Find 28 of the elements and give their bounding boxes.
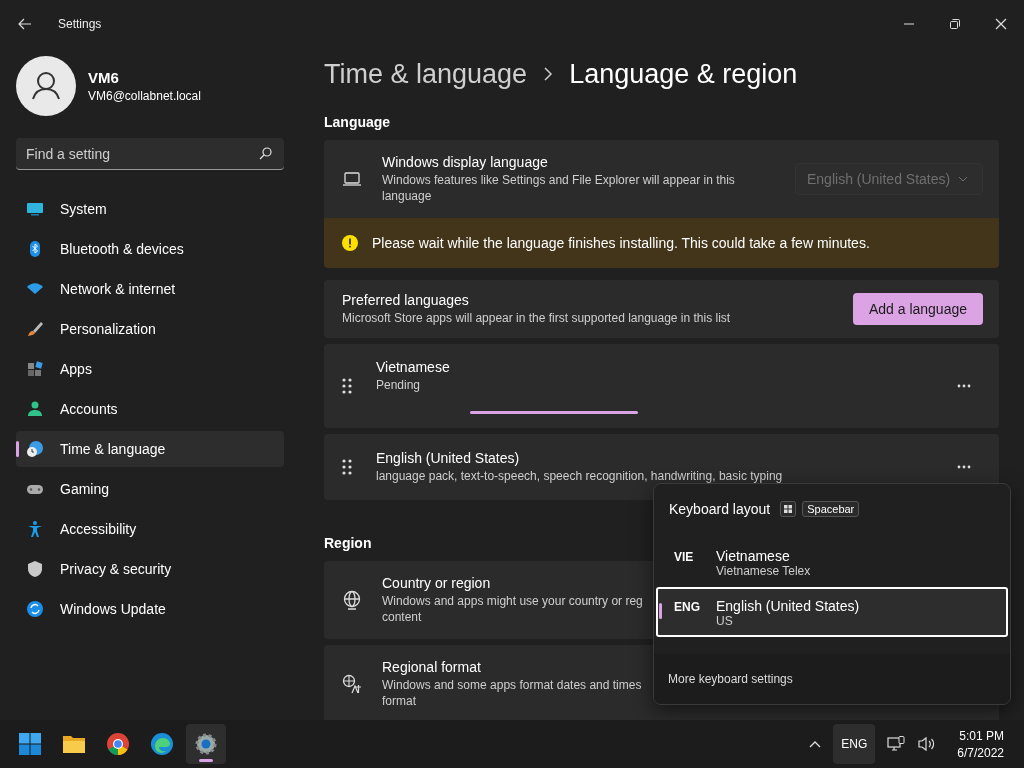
language-name: English (United States) bbox=[376, 450, 521, 466]
setting-description: Windows and some apps format dates and times format bbox=[382, 677, 642, 709]
setting-title: Preferred languages bbox=[342, 292, 470, 308]
page-title: Language & region bbox=[569, 58, 798, 90]
setting-description: Microsoft Store apps will appear in the first supported language in this list bbox=[342, 310, 732, 326]
section-heading: Region bbox=[324, 535, 372, 551]
key-badge: Spacebar bbox=[802, 501, 860, 517]
language-status: language pack, text-to-speech, speech recognition, handwriting, basic typing bbox=[376, 468, 784, 484]
clock-date: 6/7/2022 bbox=[957, 745, 1004, 760]
user-name: VM6 bbox=[88, 69, 120, 86]
layout-name: US bbox=[716, 614, 734, 628]
setting-title: Country or region bbox=[382, 575, 491, 591]
language-name: English (United States) bbox=[716, 598, 860, 614]
warning-text: Please wait while the language finishes installing. This could take a few minutes. bbox=[372, 235, 870, 251]
layout-name: Vietnamese Telex bbox=[716, 564, 811, 578]
clock-time: 5:01 PM bbox=[959, 728, 1004, 743]
setting-title: Windows display language bbox=[382, 154, 549, 170]
language-code: VIE bbox=[674, 549, 695, 564]
flyout-title: Keyboard layout bbox=[669, 501, 771, 517]
window-title: Settings bbox=[58, 17, 102, 31]
section-heading: Language bbox=[324, 114, 391, 130]
user-email: VM6@collabnet.local bbox=[88, 89, 201, 103]
language-name: Vietnamese bbox=[716, 548, 791, 564]
setting-description: Windows and apps might use your country or reg content bbox=[382, 593, 643, 625]
setting-description: Windows features like Settings and File Explorer will appear in this language bbox=[382, 172, 736, 204]
language-name: Vietnamese bbox=[376, 358, 451, 375]
setting-title: Regional format bbox=[382, 659, 481, 675]
language-status: Pending bbox=[376, 376, 422, 393]
